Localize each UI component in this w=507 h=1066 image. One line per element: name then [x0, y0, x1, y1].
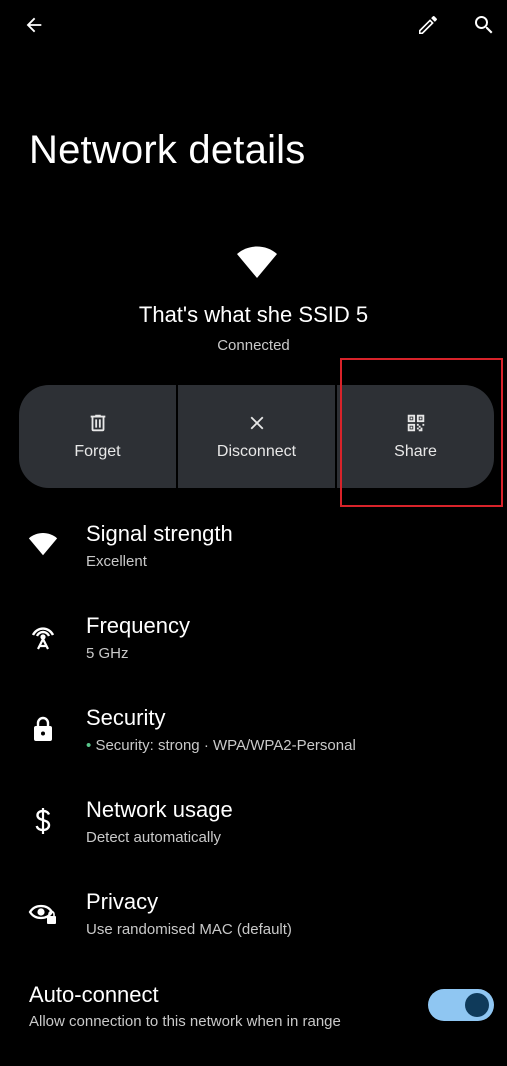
disconnect-button[interactable]: Disconnect [178, 385, 335, 488]
privacy-value: Use randomised MAC (default) [86, 921, 292, 938]
frequency-value: 5 GHz [86, 645, 129, 662]
frequency-title: Frequency [86, 613, 190, 638]
network-usage-value: Detect automatically [86, 829, 222, 846]
back-button[interactable] [16, 7, 52, 43]
forget-button[interactable]: Forget [19, 385, 176, 488]
wifi-icon [28, 533, 58, 556]
pencil-icon [419, 15, 437, 35]
security-value: • Security: strong · WPA/WPA2-Personal [86, 737, 356, 754]
auto-connect-toggle[interactable] [428, 989, 494, 1021]
toggle-knob [465, 993, 489, 1017]
security-value-text: Security: strong · WPA/WPA2-Personal [95, 737, 356, 754]
qr-code-icon [407, 414, 424, 432]
disconnect-label: Disconnect [216, 443, 297, 460]
antenna-icon [31, 627, 55, 650]
auto-connect-title: Auto-connect [29, 982, 159, 1007]
wifi-icon [237, 246, 277, 278]
lock-icon [34, 716, 52, 741]
security-status-dot: • [86, 737, 92, 754]
frequency-row[interactable]: Frequency 5 GHz [0, 613, 507, 683]
eye-lock-icon [28, 904, 56, 924]
forget-label: Forget [74, 443, 121, 460]
top-app-bar [0, 0, 507, 52]
network-usage-row[interactable]: Network usage Detect automatically [0, 797, 507, 867]
edit-button[interactable] [410, 7, 446, 43]
security-title: Security [86, 705, 166, 730]
network-ssid: That's what she SSID 5 [138, 302, 369, 327]
close-icon [250, 416, 263, 430]
privacy-row[interactable]: Privacy Use randomised MAC (default) [0, 889, 507, 959]
trash-icon [90, 414, 105, 432]
share-label: Share [394, 443, 437, 460]
security-row[interactable]: Security • Security: strong · WPA/WPA2-P… [0, 705, 507, 775]
signal-strength-value: Excellent [86, 553, 147, 570]
page-title: Network details [29, 128, 306, 172]
auto-connect-description: Allow connection to this network when in… [29, 1013, 341, 1030]
search-icon [475, 16, 493, 34]
signal-strength-title: Signal strength [86, 521, 233, 546]
connection-status: Connected [217, 337, 290, 354]
arrow-left-icon [26, 17, 42, 33]
network-usage-title: Network usage [86, 797, 233, 822]
dollar-icon [35, 808, 51, 834]
search-button[interactable] [466, 7, 502, 43]
signal-strength-row[interactable]: Signal strength Excellent [0, 521, 507, 591]
share-button[interactable]: Share [337, 385, 494, 488]
action-button-group: Forget Disconnect Share [19, 385, 494, 488]
privacy-title: Privacy [86, 889, 159, 914]
